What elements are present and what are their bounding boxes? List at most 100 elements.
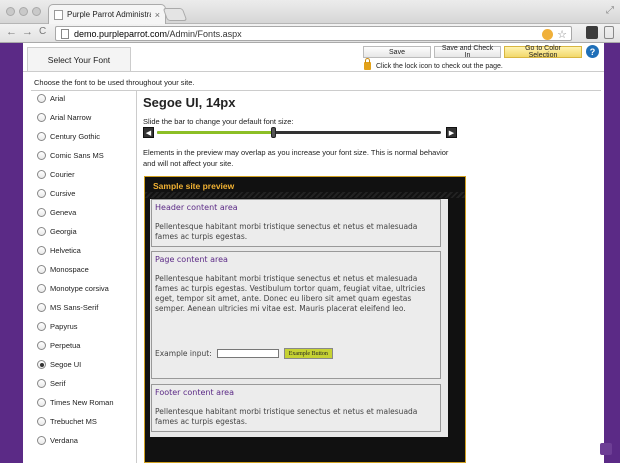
instruction-text: Choose the font to be used throughout yo… [34, 78, 195, 87]
font-option[interactable]: Helvetica [37, 246, 81, 255]
font-radio[interactable] [37, 227, 46, 236]
font-radio[interactable] [37, 94, 46, 103]
address-bar[interactable]: demo.purpleparrot.com/Admin/Fonts.aspx ☆ [55, 26, 572, 41]
reload-button[interactable]: C [39, 26, 46, 37]
font-option[interactable]: Papyrus [37, 322, 78, 331]
font-option[interactable]: MS Sans-Serif [37, 303, 98, 312]
font-option[interactable]: Cursive [37, 189, 75, 198]
tab-select-your-font[interactable]: Select Your Font [27, 47, 131, 72]
font-radio[interactable] [37, 417, 46, 426]
font-option-label: Serif [50, 379, 66, 388]
font-radio[interactable] [37, 208, 46, 217]
new-tab-button[interactable] [162, 8, 188, 21]
header-content-area: Header content area Pellentesque habitan… [151, 199, 441, 247]
forward-button[interactable]: → [22, 26, 33, 38]
font-list: Arial Arial Narrow Century Gothic Comic San… [31, 91, 137, 463]
font-radio[interactable] [37, 170, 46, 179]
font-radio[interactable] [37, 322, 46, 331]
font-option[interactable]: Monospace [37, 265, 89, 274]
footer-area-title: Footer content area [155, 388, 235, 397]
save-button[interactable]: Save [363, 46, 431, 58]
go-to-color-selection-button[interactable]: Go to Color Selection [504, 45, 582, 59]
lock-note-text: Click the lock icon to check out the pag… [376, 62, 503, 70]
menu-icon[interactable] [604, 26, 614, 39]
page-content-area: Page content area Pellentesque habitant … [151, 251, 441, 379]
resize-handle[interactable] [600, 443, 612, 455]
tab-title: Purple Parrot Administrati [67, 10, 151, 19]
font-option[interactable]: Times New Roman [37, 398, 114, 407]
page-area-text: Pellentesque habitant morbi tristique se… [155, 274, 426, 313]
font-radio[interactable] [37, 189, 46, 198]
close-window-button[interactable] [6, 7, 15, 16]
font-option[interactable]: Perpetua [37, 341, 80, 350]
example-input-field[interactable] [216, 349, 279, 358]
font-radio[interactable] [37, 284, 46, 293]
font-radio[interactable] [37, 303, 46, 312]
extension-icon[interactable] [542, 29, 554, 40]
slider-fill [157, 131, 274, 134]
lock-icon[interactable] [364, 58, 371, 70]
font-radio[interactable] [37, 151, 46, 160]
font-radio[interactable] [37, 341, 46, 350]
font-option[interactable]: Comic Sans MS [37, 151, 104, 160]
font-option[interactable]: Verdana [37, 436, 78, 445]
fullscreen-icon[interactable]: ⤢ [606, 5, 614, 16]
font-radio[interactable] [37, 113, 46, 122]
page-area-title: Page content area [155, 255, 228, 264]
font-main-panel: Segoe UI, 14px Slide the bar to change y… [143, 91, 598, 463]
font-option[interactable]: Monotype corsiva [37, 284, 109, 293]
font-option[interactable]: Serif [37, 379, 65, 388]
font-option-label: Perpetua [50, 341, 81, 350]
font-option-label: MS Sans-Serif [50, 303, 99, 312]
divider [23, 71, 604, 72]
browser-tab[interactable]: Purple Parrot Administrati × [48, 4, 166, 24]
preview-stripe [145, 192, 465, 198]
font-option[interactable]: Segoe UI [37, 360, 81, 369]
font-option-label: Courier [50, 170, 75, 179]
font-option[interactable]: Geneva [37, 208, 76, 217]
font-radio[interactable] [37, 436, 46, 445]
font-option-label: Helvetica [50, 246, 81, 255]
font-radio[interactable] [37, 265, 46, 274]
font-option[interactable]: Trebuchet MS [37, 417, 97, 426]
slider-decrease-button[interactable]: ◀ [143, 127, 154, 138]
font-option-label: Monospace [50, 265, 89, 274]
font-option-label: Arial [50, 94, 66, 103]
slider-track[interactable] [157, 127, 441, 138]
zoom-window-button[interactable] [32, 7, 41, 16]
font-radio[interactable] [37, 132, 46, 141]
minimize-window-button[interactable] [19, 7, 28, 16]
admin-page: Select Your Font Save Save and Check In … [23, 43, 604, 463]
font-option[interactable]: Georgia [37, 227, 77, 236]
font-radio[interactable] [37, 379, 46, 388]
back-button[interactable]: ← [6, 26, 17, 38]
font-radio[interactable] [37, 360, 46, 369]
example-input-row: Example input: Example Button [155, 348, 333, 359]
sample-site-preview: Sample site preview Header content area … [144, 176, 466, 463]
font-option-label: Georgia [50, 227, 77, 236]
example-button[interactable]: Example Button [283, 348, 333, 359]
font-option[interactable]: Arial [37, 94, 65, 103]
help-icon[interactable]: ? [586, 45, 599, 58]
font-radio[interactable] [37, 246, 46, 255]
font-option[interactable]: Courier [37, 170, 75, 179]
footer-area-text: Pellentesque habitant morbi tristique se… [155, 407, 418, 426]
font-radio[interactable] [37, 398, 46, 407]
save-and-check-in-button[interactable]: Save and Check In [434, 45, 501, 59]
font-option[interactable]: Arial Narrow [37, 113, 91, 122]
browser-toolbar: ← → C demo.purpleparrot.com/Admin/Fonts.… [0, 24, 620, 43]
url-text: demo.purpleparrot.com/Admin/Fonts.aspx [74, 28, 242, 39]
font-option-label: Trebuchet MS [50, 417, 97, 426]
slider-handle[interactable] [271, 127, 277, 138]
bookmark-star-icon[interactable]: ☆ [557, 28, 567, 41]
font-option[interactable]: Century Gothic [37, 132, 100, 141]
font-size-slider[interactable]: ◀ ▶ [143, 127, 457, 138]
extension-puzzle-icon[interactable] [586, 26, 598, 39]
lock-note: Click the lock icon to check out the pag… [364, 58, 503, 70]
selected-font-heading: Segoe UI, 14px [143, 95, 236, 110]
font-option-label: Century Gothic [50, 132, 101, 141]
tab-close-icon[interactable]: × [155, 10, 160, 20]
header-area-title: Header content area [155, 203, 238, 212]
font-option-label: Geneva [50, 208, 77, 217]
slider-increase-button[interactable]: ▶ [446, 127, 457, 138]
